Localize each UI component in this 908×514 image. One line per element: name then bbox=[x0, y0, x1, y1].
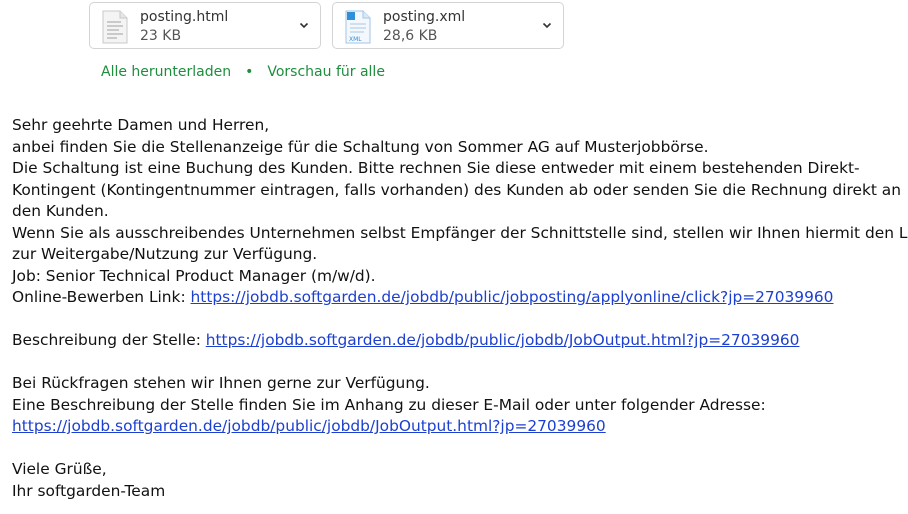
billing-text-line: Die Schaltung ist eine Buchung des Kunde… bbox=[12, 159, 860, 177]
attachment-card-html[interactable]: posting.html 23 KB bbox=[89, 2, 321, 49]
description-link-line: https://jobdb.softgarden.de/jobdb/public… bbox=[12, 416, 902, 438]
apply-label: Online-Bewerben Link: bbox=[12, 288, 191, 306]
job-description-link-2[interactable]: https://jobdb.softgarden.de/jobdb/public… bbox=[12, 417, 606, 435]
signature: Ihr softgarden-Team bbox=[12, 481, 166, 500]
xml-icon-label: XML bbox=[349, 36, 362, 43]
attachment-filesize: 28,6 KB bbox=[383, 28, 438, 44]
attachment-filename: posting.html bbox=[140, 9, 229, 25]
billing-text-line: Kontingent (Kontingentnummer eintragen, … bbox=[12, 180, 901, 199]
intro-text: anbei finden Sie die Stellenanzeige für … bbox=[12, 137, 709, 156]
description-line: Beschreibung der Stelle: https://jobdb.s… bbox=[12, 330, 902, 352]
preview-all-link[interactable]: Vorschau für alle bbox=[267, 64, 385, 80]
apply-line: Online-Bewerben Link: https://jobdb.soft… bbox=[12, 287, 902, 309]
chevron-down-icon[interactable] bbox=[298, 19, 310, 31]
attachment-note: Eine Beschreibung der Stelle finden Sie … bbox=[12, 395, 766, 414]
questions-text: Bei Rückfragen stehen wir Ihnen gerne zu… bbox=[12, 374, 430, 392]
job-description-link[interactable]: https://jobdb.softgarden.de/jobdb/public… bbox=[206, 331, 800, 349]
download-all-link[interactable]: Alle herunterladen bbox=[101, 64, 231, 80]
attachment-actions: Alle herunterladen • Vorschau für alle bbox=[101, 64, 385, 80]
job-title: Job: Senior Technical Product Manager (m… bbox=[12, 266, 376, 285]
billing-text-line: den Kunden. bbox=[12, 202, 109, 220]
attachment-filesize: 23 KB bbox=[140, 28, 182, 44]
apply-online-link[interactable]: https://jobdb.softgarden.de/jobdb/public… bbox=[191, 288, 834, 306]
closing: Viele Grüße, bbox=[12, 460, 107, 478]
description-label: Beschreibung der Stelle: bbox=[12, 331, 206, 349]
attachment-filename: posting.xml bbox=[383, 9, 466, 25]
greeting: Sehr geehrte Damen und Herren, bbox=[12, 116, 270, 134]
interface-text-line: Wenn Sie als ausschreibendes Unternehmen… bbox=[12, 223, 908, 242]
html-file-icon bbox=[102, 10, 128, 44]
email-body: Sehr geehrte Damen und Herren, anbei fin… bbox=[12, 115, 908, 502]
chevron-down-icon[interactable] bbox=[541, 19, 553, 31]
interface-text-line: zur Weitergabe/Nutzung zur Verfügung. bbox=[12, 245, 318, 263]
attachment-card-xml[interactable]: XML posting.xml 28,6 KB bbox=[332, 2, 564, 49]
separator-dot: • bbox=[245, 64, 254, 80]
xml-file-icon: XML bbox=[345, 10, 371, 44]
